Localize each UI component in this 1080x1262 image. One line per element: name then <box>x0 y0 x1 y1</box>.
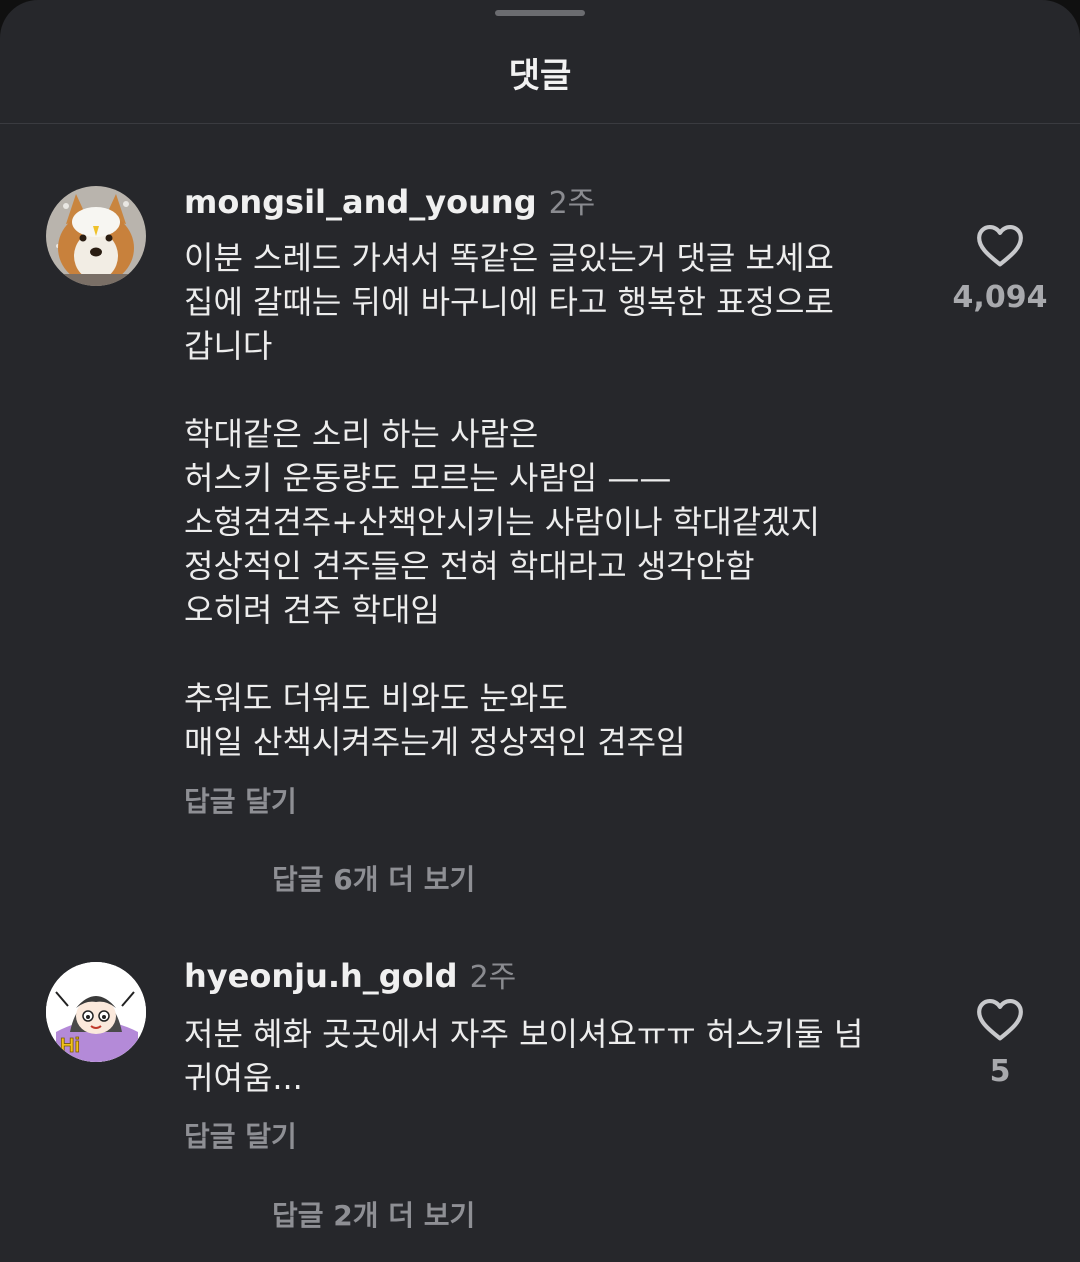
sheet-drag-handle[interactable] <box>495 10 585 16</box>
svg-text:Hi: Hi <box>60 1035 80 1057</box>
cartoon-girl-avatar-icon[interactable]: Hi <box>46 962 146 1062</box>
heart-icon[interactable] <box>975 222 1025 268</box>
comment-time: 2주 <box>469 960 517 995</box>
comments-sheet: 댓글 mongsil_and_young 2주 이분 스레드 가셔서 똑같은 글… <box>0 0 1080 1262</box>
reply-button[interactable]: 답글 달기 <box>184 780 297 820</box>
like-count: 5 <box>989 1054 1011 1089</box>
reply-button[interactable]: 답글 달기 <box>184 1115 297 1155</box>
dog-avatar-icon[interactable] <box>46 186 146 286</box>
view-more-replies-button[interactable]: 답글 2개 더 보기 <box>272 1194 475 1234</box>
username[interactable]: mongsil_and_young <box>184 183 537 221</box>
comment-text: 저분 혜화 곳곳에서 자주 보이셔요ㅠㅠ 허스키둘 넘 귀여움... <box>184 1015 864 1097</box>
heart-icon[interactable] <box>975 996 1025 1042</box>
comment-header: mongsil_and_young 2주 <box>184 178 595 222</box>
like-group: 5 <box>950 996 1050 1089</box>
like-group: 4,094 <box>950 222 1050 315</box>
username[interactable]: hyeonju.h_gold <box>184 957 458 995</box>
comment-text: 이분 스레드 가셔서 똑같은 글있는거 댓글 보세요 집에 갈때는 뒤에 바구니… <box>184 239 834 761</box>
view-more-replies-button[interactable]: 답글 6개 더 보기 <box>272 858 475 898</box>
sheet-title: 댓글 <box>508 56 572 96</box>
comment-time: 2주 <box>548 186 596 221</box>
comment-header: hyeonju.h_gold 2주 <box>184 952 516 996</box>
header-divider <box>0 123 1080 124</box>
like-count: 4,094 <box>952 280 1048 315</box>
